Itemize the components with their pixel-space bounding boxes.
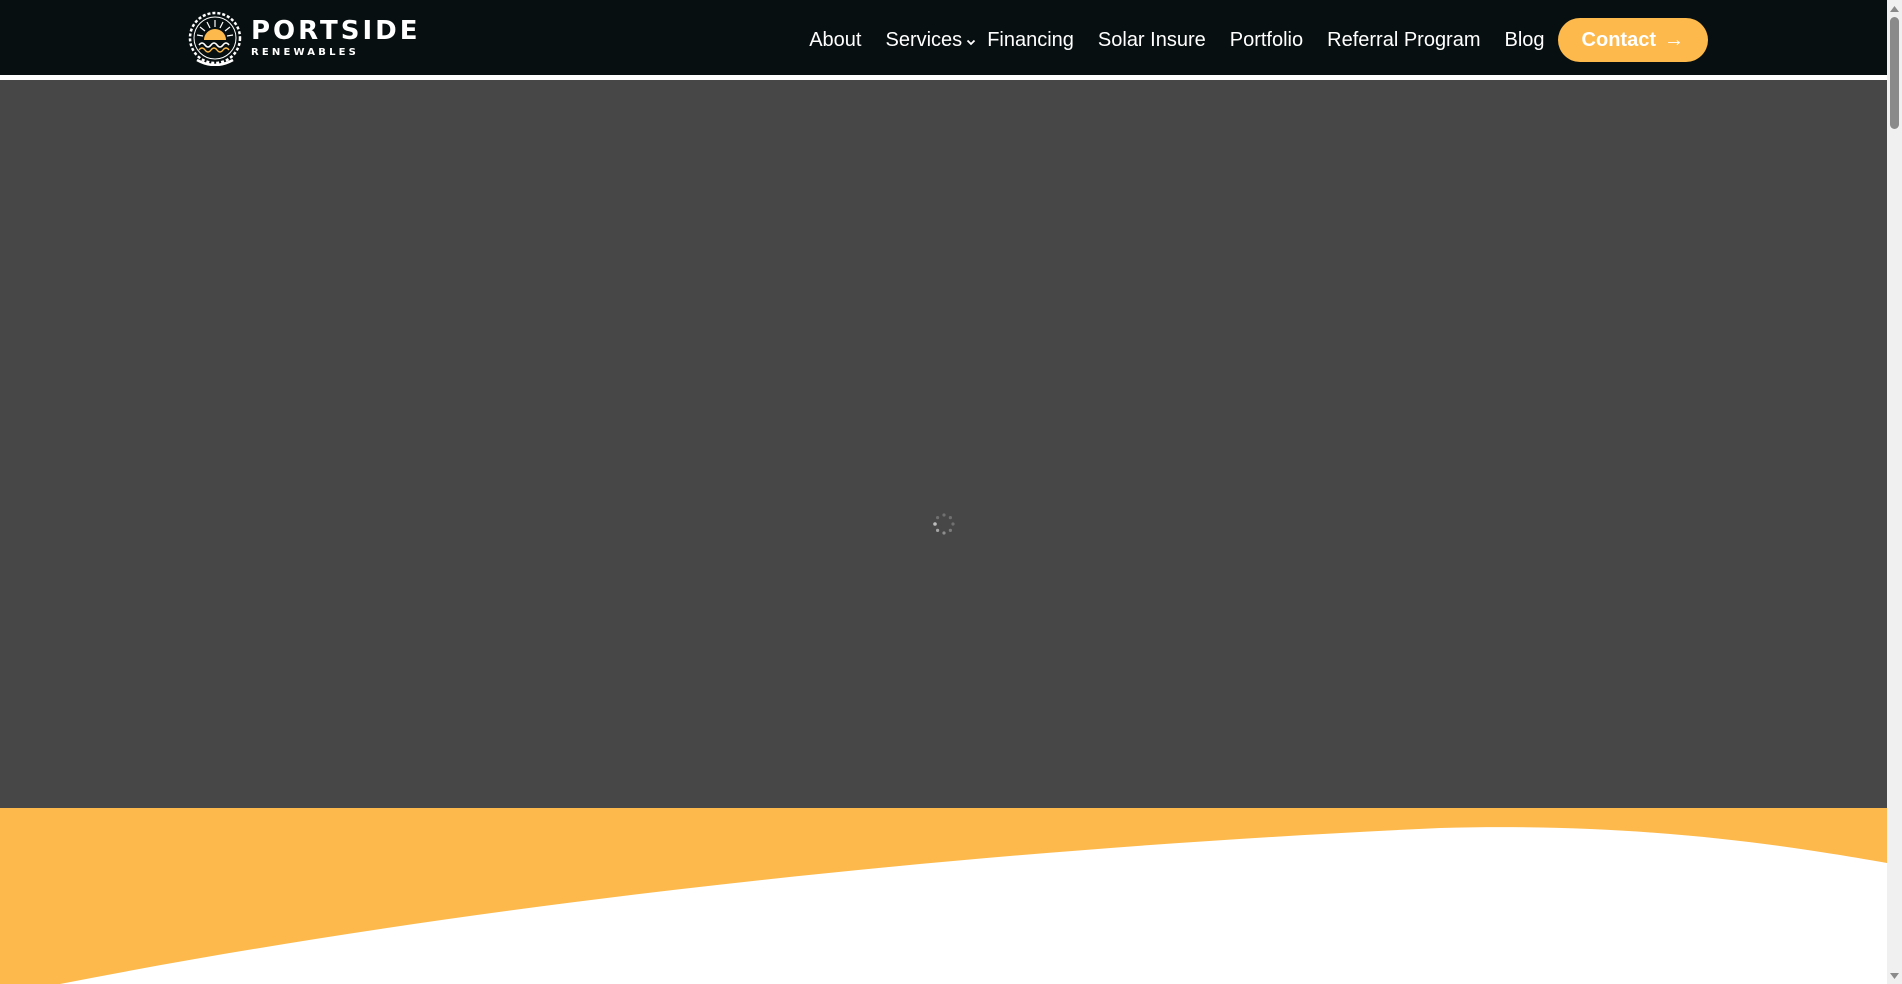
brand-wordmark: PORTSIDE RENEWABLES (251, 18, 421, 58)
hero-section (0, 80, 1887, 808)
page: PORTSIDE RENEWABLES About Services Finan… (0, 0, 1887, 984)
brand-tagline: RENEWABLES (251, 46, 360, 58)
scroll-down-arrow-icon[interactable] (1887, 967, 1902, 984)
decorative-wave-divider (0, 808, 1887, 984)
nav-item-services-label: Services (885, 28, 963, 51)
chevron-down-icon (967, 39, 976, 46)
scrollbar-thumb[interactable] (1890, 17, 1899, 129)
nav-item-services[interactable]: Services (885, 29, 977, 52)
arrow-right-icon: → (1664, 28, 1684, 51)
site-header: PORTSIDE RENEWABLES About Services Finan… (0, 0, 1887, 79)
brand-name: PORTSIDE (251, 15, 421, 46)
portside-sun-emblem-icon (188, 11, 242, 66)
nav-item-blog[interactable]: Blog (1505, 29, 1545, 52)
brand-logo[interactable]: PORTSIDE RENEWABLES (187, 10, 421, 66)
contact-button[interactable]: Contact → (1557, 18, 1708, 62)
nav-item-about[interactable]: About (809, 29, 861, 52)
nav-item-financing[interactable]: Financing (987, 29, 1074, 52)
scroll-up-arrow-icon[interactable] (1887, 0, 1902, 17)
nav-item-referral-program[interactable]: Referral Program (1327, 29, 1480, 52)
page-scrollbar[interactable] (1887, 0, 1902, 984)
nav-item-portfolio[interactable]: Portfolio (1230, 29, 1303, 52)
contact-button-label: Contact (1581, 28, 1656, 51)
loading-spinner-icon (933, 513, 955, 535)
main-navigation: About Services Financing Solar Insure Po… (785, 18, 1708, 62)
nav-item-solar-insure[interactable]: Solar Insure (1098, 29, 1206, 52)
